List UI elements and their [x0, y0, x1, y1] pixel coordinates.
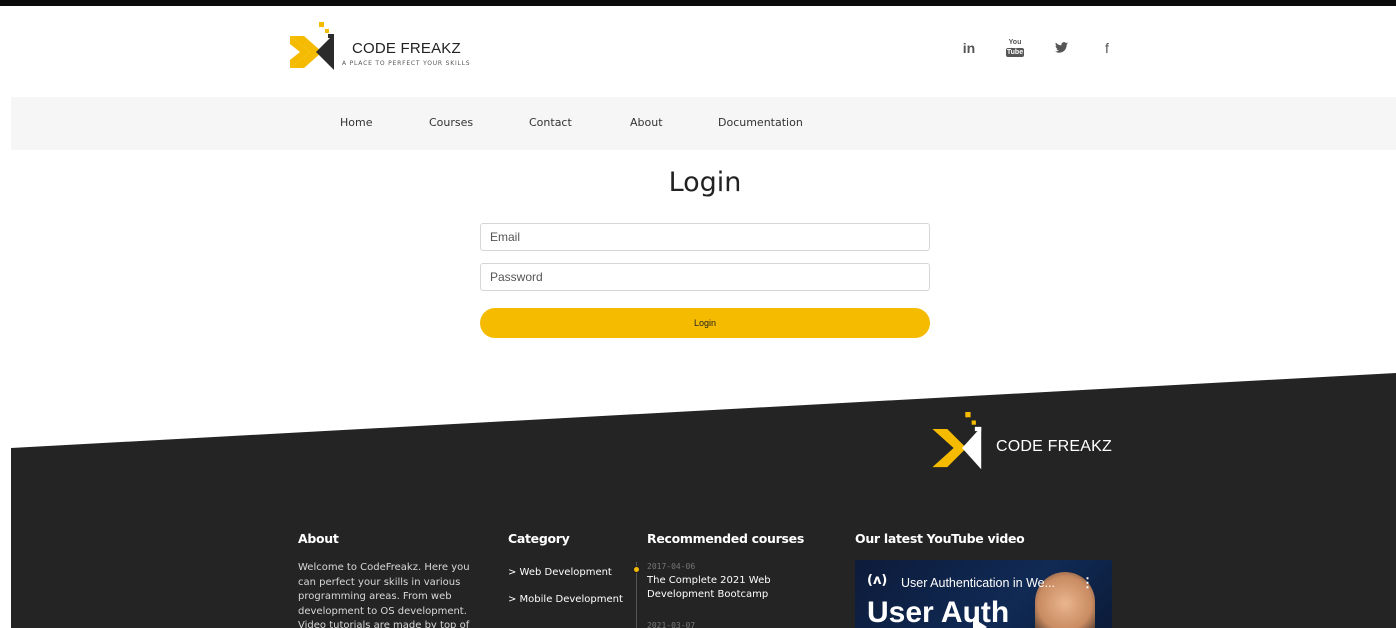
nav-documentation[interactable]: Documentation [718, 116, 803, 129]
recommended-date: 2017-04-06 [647, 562, 696, 571]
youtube-icon-bottom: Tube [1005, 48, 1025, 57]
logo-mark-icon [290, 22, 334, 70]
footer-logo-title: CODE FREAKZ [996, 438, 1112, 455]
footer-about-title: About [298, 531, 339, 546]
footer-recommended-title: Recommended courses [647, 531, 804, 546]
recommended-date-2: 2021-03-07 [647, 621, 696, 628]
page-title: Login [668, 167, 742, 198]
main-nav: Home Courses Contact About Documentation [11, 97, 1396, 150]
logo-tagline: A PLACE TO PERFECT YOUR SKILLS [342, 60, 471, 67]
footer-about-text: Welcome to CodeFreakz. Here you can perf… [298, 562, 470, 628]
youtube-video-thumbnail[interactable]: (ʌ) User Authentication in We... ⋮ User … [855, 560, 1112, 628]
twitter-bird-icon [1054, 42, 1068, 53]
category-link-web-development[interactable]: > Web Development [508, 566, 623, 580]
youtube-icon-top: You [1008, 39, 1022, 46]
youtube-icon[interactable]: You Tube [992, 38, 1038, 57]
password-field[interactable] [480, 263, 930, 291]
video-title: User Authentication in We... [901, 576, 1056, 590]
top-bar [0, 0, 1396, 6]
play-icon[interactable] [973, 618, 987, 628]
email-field[interactable] [480, 223, 930, 251]
linkedin-icon[interactable]: in [946, 40, 992, 57]
nav-about[interactable]: About [630, 116, 663, 129]
twitter-icon[interactable] [1038, 40, 1084, 57]
video-thumbnail-text: User Auth [867, 596, 1010, 628]
site-logo[interactable]: CODE FREAKZ A PLACE TO PERFECT YOUR SKIL… [288, 22, 508, 82]
footer-category-title: Category [508, 531, 570, 546]
channel-logo-icon: (ʌ) [867, 573, 888, 588]
category-link-mobile-development[interactable]: > Mobile Development [508, 593, 623, 607]
video-menu-icon[interactable]: ⋮ [1081, 575, 1094, 591]
nav-courses[interactable]: Courses [429, 116, 473, 129]
footer-youtube-title: Our latest YouTube video [855, 531, 1025, 546]
nav-home[interactable]: Home [340, 116, 372, 129]
login-button[interactable]: Login [480, 308, 930, 338]
recommended-course-link[interactable]: The Complete 2021 Web Development Bootca… [647, 574, 807, 602]
social-links: in You Tube f [946, 38, 1130, 57]
logo-title: CODE FREAKZ [352, 40, 461, 57]
timeline-dot [633, 566, 640, 573]
nav-contact[interactable]: Contact [529, 116, 572, 129]
facebook-icon[interactable]: f [1084, 40, 1130, 57]
footer-logo[interactable]: CODE FREAKZ [930, 412, 1130, 482]
footer-logo-mark-icon [932, 412, 982, 470]
